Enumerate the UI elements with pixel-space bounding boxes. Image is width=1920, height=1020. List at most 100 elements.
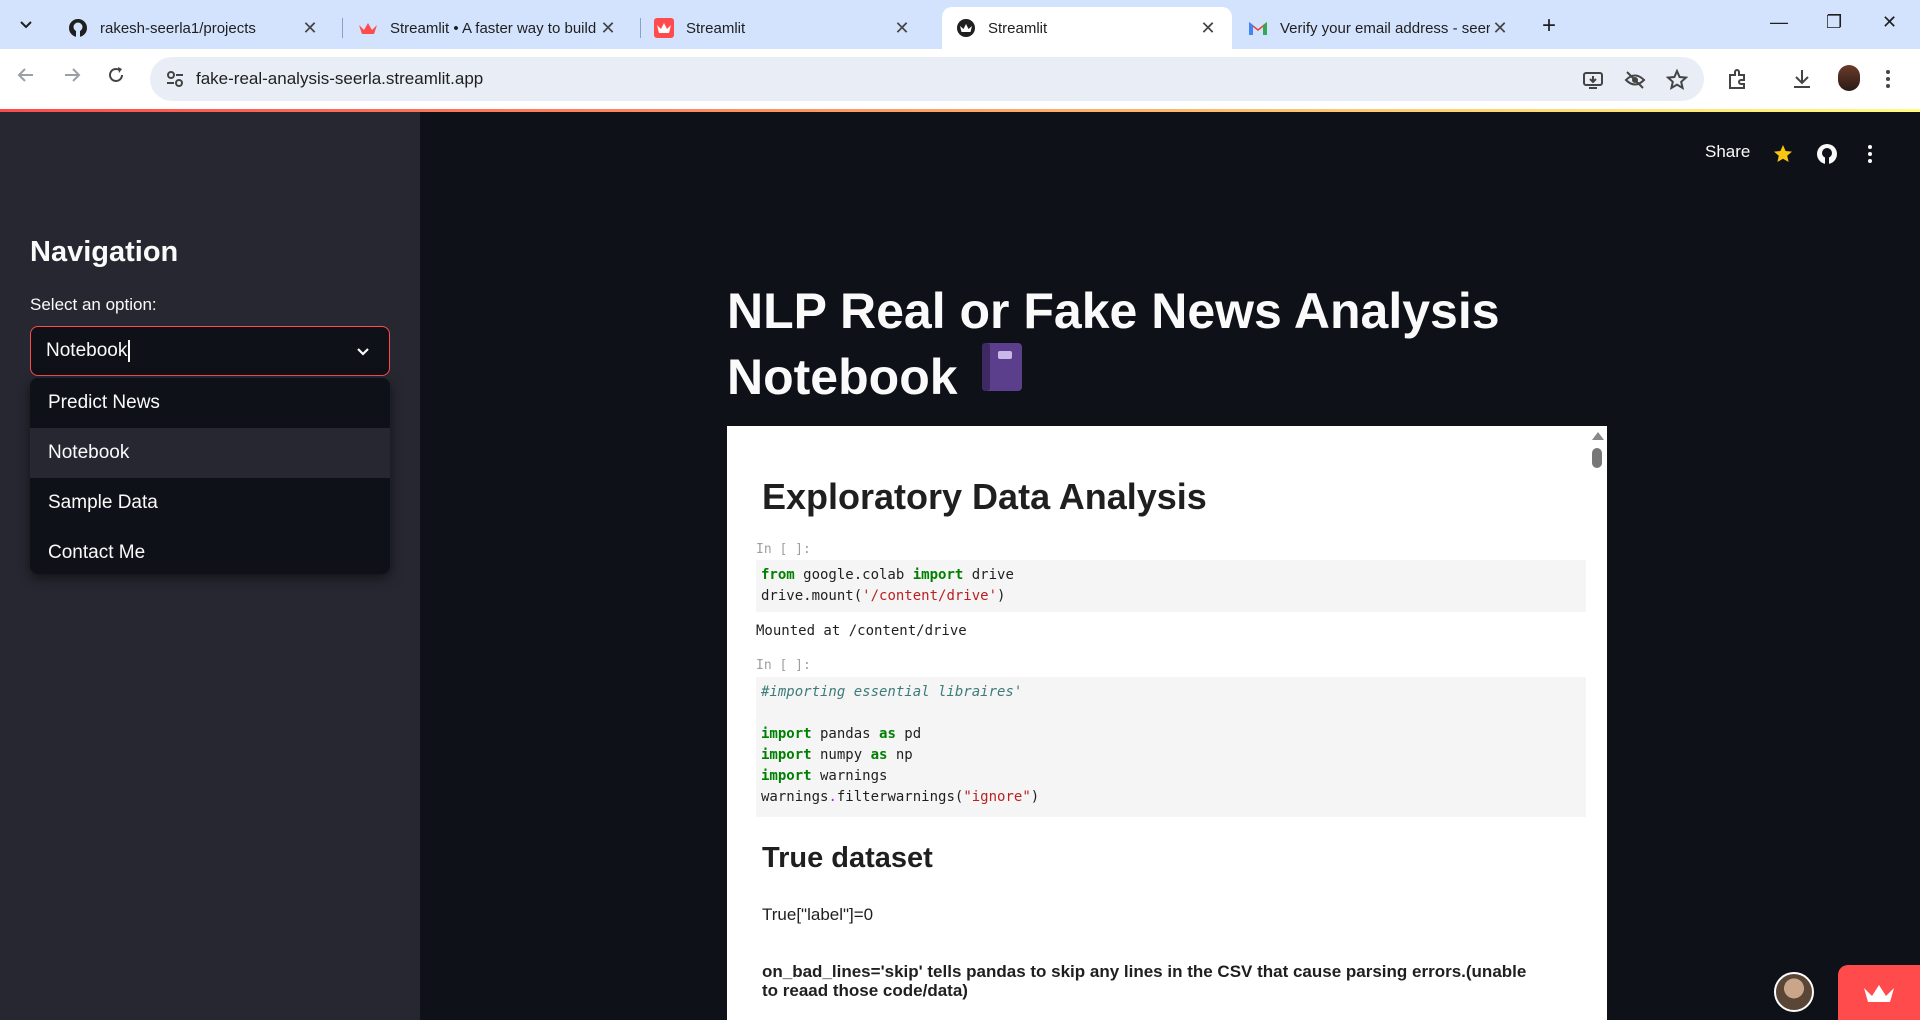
reload-icon <box>109 67 123 82</box>
code-token: warnings <box>761 789 829 805</box>
tab-title: rakesh-seerla1/projects <box>100 19 256 37</box>
browser-tab-github[interactable]: rakesh-seerla1/projects ✕ <box>54 7 334 49</box>
code-token: as <box>879 726 896 742</box>
download-icon[interactable] <box>1790 67 1814 91</box>
tab-separator <box>342 18 343 38</box>
notebook-heading: Exploratory Data Analysis <box>762 476 1207 517</box>
selectbox-value-text: Notebook <box>46 340 128 362</box>
cell-prompt: In [ ]: <box>756 542 811 557</box>
notebook-section-heading: True dataset <box>762 842 933 874</box>
option-contact-me[interactable]: Contact Me <box>30 528 390 574</box>
menu-kebab-icon[interactable] <box>1884 67 1908 91</box>
code-token: . <box>828 789 837 805</box>
gmail-icon <box>1248 18 1268 38</box>
browser-tab-gmail[interactable]: Verify your email address - seerla ✕ <box>1234 7 1524 49</box>
text-cursor <box>128 340 131 362</box>
minimize-icon[interactable]: — <box>1770 12 1788 33</box>
page-title-line1: NLP Real or Fake News Analysis <box>727 283 1500 339</box>
tab-search-button[interactable] <box>12 10 40 38</box>
code-token: import <box>761 747 812 763</box>
new-tab-button[interactable]: + <box>1542 12 1556 40</box>
code-token: pd <box>895 726 922 742</box>
scrollbar-thumb[interactable] <box>1592 448 1602 468</box>
code-token: import <box>912 567 964 583</box>
eye-off-icon[interactable] <box>1624 69 1646 91</box>
reload-button[interactable] <box>106 65 126 91</box>
browser-tab-streamlit-home[interactable]: Streamlit • A faster way to build ✕ <box>344 7 632 49</box>
selectbox-value[interactable]: Notebook <box>46 340 131 362</box>
close-tab-icon[interactable]: ✕ <box>598 18 618 39</box>
cell-output: Mounted at /content/drive <box>756 623 967 639</box>
github-icon[interactable] <box>1816 143 1838 170</box>
close-tab-icon[interactable]: ✕ <box>892 18 912 39</box>
selectbox-dropdown: Predict News Notebook Sample Data Contac… <box>30 378 390 574</box>
forward-button[interactable] <box>62 65 82 91</box>
extensions-icon[interactable] <box>1726 67 1750 91</box>
restore-icon[interactable]: ❐ <box>1826 12 1842 33</box>
code-token: drive <box>963 567 1014 583</box>
option-predict-news[interactable]: Predict News <box>30 378 390 428</box>
url-text: fake-real-analysis-seerla.streamlit.app <box>196 69 484 88</box>
close-tab-icon[interactable]: ✕ <box>1490 18 1510 39</box>
notebook-iframe[interactable]: Exploratory Data Analysis In [ ]: from g… <box>727 426 1607 1020</box>
tab-title: Streamlit • A faster way to build <box>390 19 597 37</box>
streamlit-crown-icon <box>1864 984 1894 1002</box>
option-sample-data[interactable]: Sample Data <box>30 478 390 528</box>
site-info-icon[interactable] <box>164 68 186 90</box>
scroll-up-arrow-icon[interactable] <box>1592 432 1604 440</box>
code-token: np <box>887 747 913 763</box>
chevron-down-icon <box>20 21 32 29</box>
bookmark-star-icon[interactable] <box>1665 68 1689 91</box>
select-label: Select an option: <box>30 295 157 314</box>
chevron-down-icon[interactable] <box>353 341 373 361</box>
notebook-bold-text: on_bad_lines='skip' tells pandas to skip… <box>762 962 1527 1000</box>
streamlit-icon <box>956 18 976 38</box>
notebook-text: True["label"]=0 <box>762 905 874 924</box>
code-token: import <box>761 726 812 742</box>
close-tab-icon[interactable]: ✕ <box>300 18 320 39</box>
code-token: '/content/drive' <box>862 588 998 604</box>
creator-avatar[interactable] <box>1774 972 1814 1012</box>
github-icon <box>68 18 88 38</box>
code-cell[interactable]: #importing essential libraires' import p… <box>756 677 1586 817</box>
streamlit-badge[interactable] <box>1838 965 1920 1020</box>
browser-tabstrip: rakesh-seerla1/projects ✕ Streamlit • A … <box>0 0 1920 49</box>
address-bar[interactable]: fake-real-analysis-seerla.streamlit.app <box>150 57 1704 101</box>
share-button[interactable]: Share <box>1705 142 1750 162</box>
back-button[interactable] <box>16 65 36 91</box>
code-token: ) <box>1030 789 1040 805</box>
code-token: ) <box>997 588 1006 604</box>
notebook-scrollbar[interactable] <box>1587 426 1607 1020</box>
notebook-emoji-icon <box>980 341 1024 409</box>
arrow-left-icon <box>17 68 33 82</box>
page-title-line2: Notebook <box>727 349 958 405</box>
profile-avatar[interactable] <box>1838 65 1860 91</box>
arrow-right-icon <box>65 68 81 82</box>
option-notebook[interactable]: Notebook <box>30 428 390 478</box>
code-token: filterwarnings( <box>836 789 964 805</box>
cell-prompt: In [ ]: <box>756 658 811 673</box>
page-title: NLP Real or Fake News Analysis Notebook <box>727 278 1527 415</box>
app-menu-kebab-icon[interactable] <box>1866 143 1874 170</box>
tab-title: Streamlit <box>686 19 746 37</box>
sidebar-title: Navigation <box>30 236 179 268</box>
close-tab-icon[interactable]: ✕ <box>1198 18 1218 39</box>
code-token: warnings <box>811 768 888 784</box>
code-token: import <box>761 768 812 784</box>
browser-tab-streamlit-active[interactable]: Streamlit ✕ <box>942 7 1232 49</box>
tab-title: Verify your email address - seerla <box>1280 19 1490 37</box>
streamlit-icon <box>654 18 674 38</box>
code-token: as <box>870 747 888 763</box>
code-token: "ignore" <box>963 789 1031 805</box>
browser-tab-streamlit[interactable]: Streamlit ✕ <box>640 7 926 49</box>
code-cell[interactable]: from google.colab import drive drive.mou… <box>756 560 1586 612</box>
favorite-star-icon[interactable] <box>1772 143 1794 170</box>
install-app-icon[interactable] <box>1582 69 1604 91</box>
sidebar: Navigation Select an option: Notebook Pr… <box>0 112 420 1020</box>
close-window-icon[interactable]: ✕ <box>1882 12 1897 33</box>
code-token: from <box>761 567 795 583</box>
navigation-selectbox[interactable]: Notebook <box>30 326 390 376</box>
code-token: google.colab <box>794 567 913 583</box>
streamlit-icon <box>358 18 378 38</box>
browser-toolbar: fake-real-analysis-seerla.streamlit.app <box>0 49 1920 109</box>
